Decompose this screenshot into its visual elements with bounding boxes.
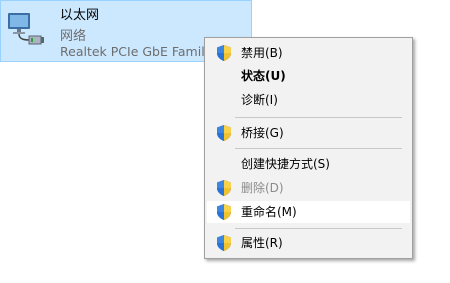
menu-item-delete: 删除(D): [207, 177, 410, 199]
menu-item-properties[interactable]: 属性(R): [207, 232, 410, 254]
menu-item-label: 删除(D): [241, 181, 284, 195]
uac-shield-icon: [217, 204, 231, 220]
menu-separator: [235, 148, 402, 149]
menu-item-bridge[interactable]: 桥接(G): [207, 122, 410, 144]
adapter-status: 网络: [60, 29, 87, 44]
adapter-name: 以太网: [60, 8, 100, 23]
network-adapter-icon: [8, 13, 44, 45]
menu-item-label: 重命名(M): [241, 205, 297, 219]
uac-shield-icon: [217, 235, 231, 251]
menu-item-diagnose[interactable]: 诊断(I): [207, 89, 410, 111]
menu-item-rename[interactable]: 重命名(M): [207, 201, 410, 223]
uac-shield-icon: [217, 180, 231, 196]
menu-item-label: 诊断(I): [241, 93, 278, 107]
menu-item-label: 禁用(B): [241, 46, 283, 60]
menu-item-label: 桥接(G): [241, 126, 284, 140]
menu-separator: [235, 117, 402, 118]
menu-item-label: 状态(U): [241, 69, 286, 83]
menu-item-label: 创建快捷方式(S): [241, 157, 330, 171]
context-menu: 禁用(B) 状态(U) 诊断(I) 桥接(G) 创建快捷方式(S) 删除(D) …: [204, 37, 413, 259]
menu-item-label: 属性(R): [241, 236, 283, 250]
menu-item-status[interactable]: 状态(U): [207, 65, 410, 87]
menu-separator: [235, 228, 402, 229]
desktop-canvas: 以太网 网络 Realtek PCIe GbE Family 禁用(B) 状态(…: [0, 0, 450, 283]
menu-item-create-shortcut[interactable]: 创建快捷方式(S): [207, 153, 410, 175]
uac-shield-icon: [217, 45, 231, 61]
uac-shield-icon: [217, 125, 231, 141]
adapter-device-name: Realtek PCIe GbE Family: [60, 44, 213, 59]
menu-item-disable[interactable]: 禁用(B): [207, 42, 410, 64]
